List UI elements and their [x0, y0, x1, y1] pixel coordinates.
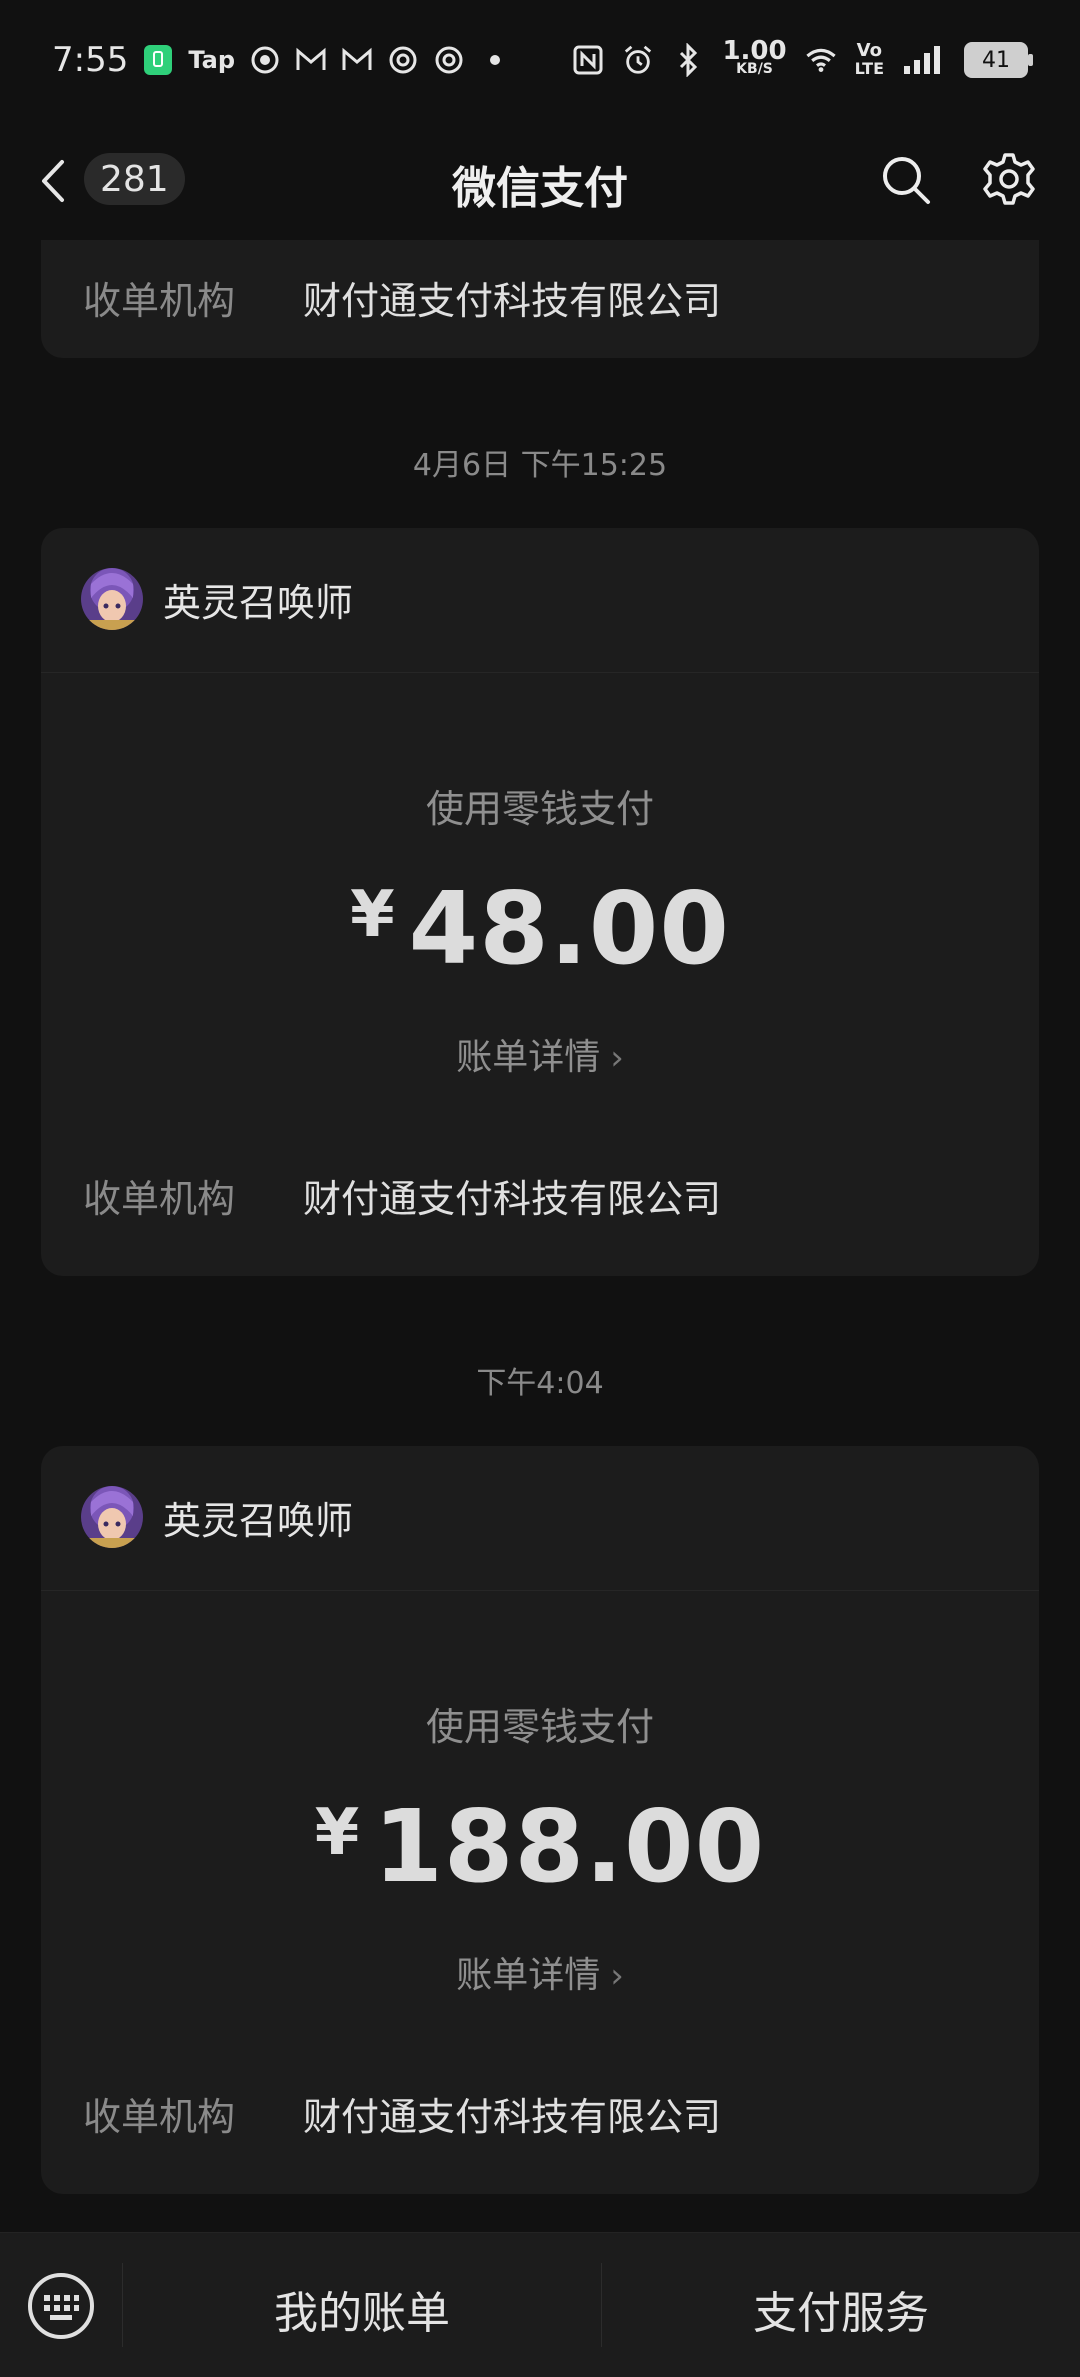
pay-service-button[interactable]: 支付服务	[602, 2277, 1080, 2341]
my-bill-button[interactable]: 我的账单	[123, 2277, 601, 2341]
acquirer-value: 财付通支付科技有限公司	[303, 2095, 722, 2139]
amount-value: 188.00	[373, 1788, 766, 1905]
merchant-name: 英灵召唤师	[163, 580, 354, 625]
tap-label: Tap	[188, 46, 236, 74]
keyboard-toggle-button[interactable]	[26, 2271, 96, 2341]
bill-details-link[interactable]: 账单详情 ›	[41, 1028, 1039, 1080]
battery-saver-icon	[142, 44, 174, 76]
merchant-row[interactable]: 英灵召唤师	[81, 1486, 353, 1548]
bill-details-link[interactable]: 账单详情 ›	[41, 1946, 1039, 1998]
nfc-icon	[572, 44, 604, 76]
acquirer-label: 收单机构	[83, 279, 236, 323]
bottom-menu-bar: 我的账单 支付服务	[0, 2232, 1080, 2377]
more-dot-icon	[479, 44, 511, 76]
chevron-right-icon: ›	[610, 1956, 624, 1996]
settings-button[interactable]	[982, 152, 1036, 206]
divider	[41, 672, 1039, 673]
transaction-card[interactable]: 英灵召唤师 使用零钱支付 ¥188.00 账单详情 › 收单机构 财付通支付科技有…	[41, 1446, 1039, 2194]
transaction-card-previous[interactable]: 收单机构 财付通支付科技有限公司	[41, 240, 1039, 358]
alarm-icon	[622, 44, 654, 76]
keyboard-icon	[28, 2273, 94, 2339]
battery-indicator: 41	[964, 42, 1033, 78]
payment-method: 使用零钱支付	[425, 787, 654, 831]
merchant-row[interactable]: 英灵召唤师	[81, 568, 353, 630]
time-header: 下午4:04	[476, 1366, 604, 1401]
merchant-name: 英灵召唤师	[163, 1498, 354, 1543]
target-icon	[249, 44, 281, 76]
chrome-icon-2	[433, 44, 465, 76]
chevron-right-icon: ›	[610, 1038, 624, 1078]
status-bar: 7:55 Tap 1.00 KB/S Vo LTE 41	[0, 0, 1080, 120]
network-speed: 1.00 KB/S	[722, 36, 787, 78]
acquirer-value: 财付通支付科技有限公司	[303, 279, 722, 323]
amount-value: 48.00	[408, 870, 730, 987]
acquirer-value: 财付通支付科技有限公司	[303, 1177, 722, 1221]
gear-icon	[983, 153, 1035, 205]
payment-method: 使用零钱支付	[425, 1705, 654, 1749]
wifi-icon	[805, 44, 837, 76]
divider	[41, 1590, 1039, 1591]
status-time: 7:55	[52, 40, 129, 80]
volte-top: Vo	[856, 40, 882, 61]
bill-details-label: 账单详情	[456, 1037, 601, 1078]
currency-symbol: ¥	[314, 1796, 360, 1870]
search-button[interactable]	[880, 154, 932, 206]
avatar	[81, 1486, 143, 1548]
bill-details-label: 账单详情	[456, 1955, 601, 1996]
chrome-icon	[387, 44, 419, 76]
search-icon	[883, 157, 930, 204]
time-header: 4月6日 下午15:25	[412, 448, 668, 483]
acquirer-label: 收单机构	[83, 2095, 236, 2139]
transaction-card[interactable]: 英灵召唤师 使用零钱支付 ¥48.00 账单详情 › 收单机构 财付通支付科技有限…	[41, 528, 1039, 1276]
volte-bottom: LTE	[854, 59, 884, 78]
amount-display: ¥48.00	[41, 870, 1039, 987]
signal-icon	[902, 44, 946, 76]
currency-symbol: ¥	[350, 878, 395, 952]
acquirer-label: 收单机构	[83, 1177, 236, 1221]
volte-indicator: Vo LTE	[855, 42, 884, 78]
network-speed-value: 1.00	[722, 36, 787, 66]
nav-bar: 281 微信支付	[0, 120, 1080, 240]
amount-display: ¥188.00	[41, 1788, 1039, 1905]
mail-icon	[295, 44, 327, 76]
bluetooth-icon	[672, 43, 704, 77]
mail-icon-2	[341, 44, 373, 76]
avatar	[81, 568, 143, 630]
